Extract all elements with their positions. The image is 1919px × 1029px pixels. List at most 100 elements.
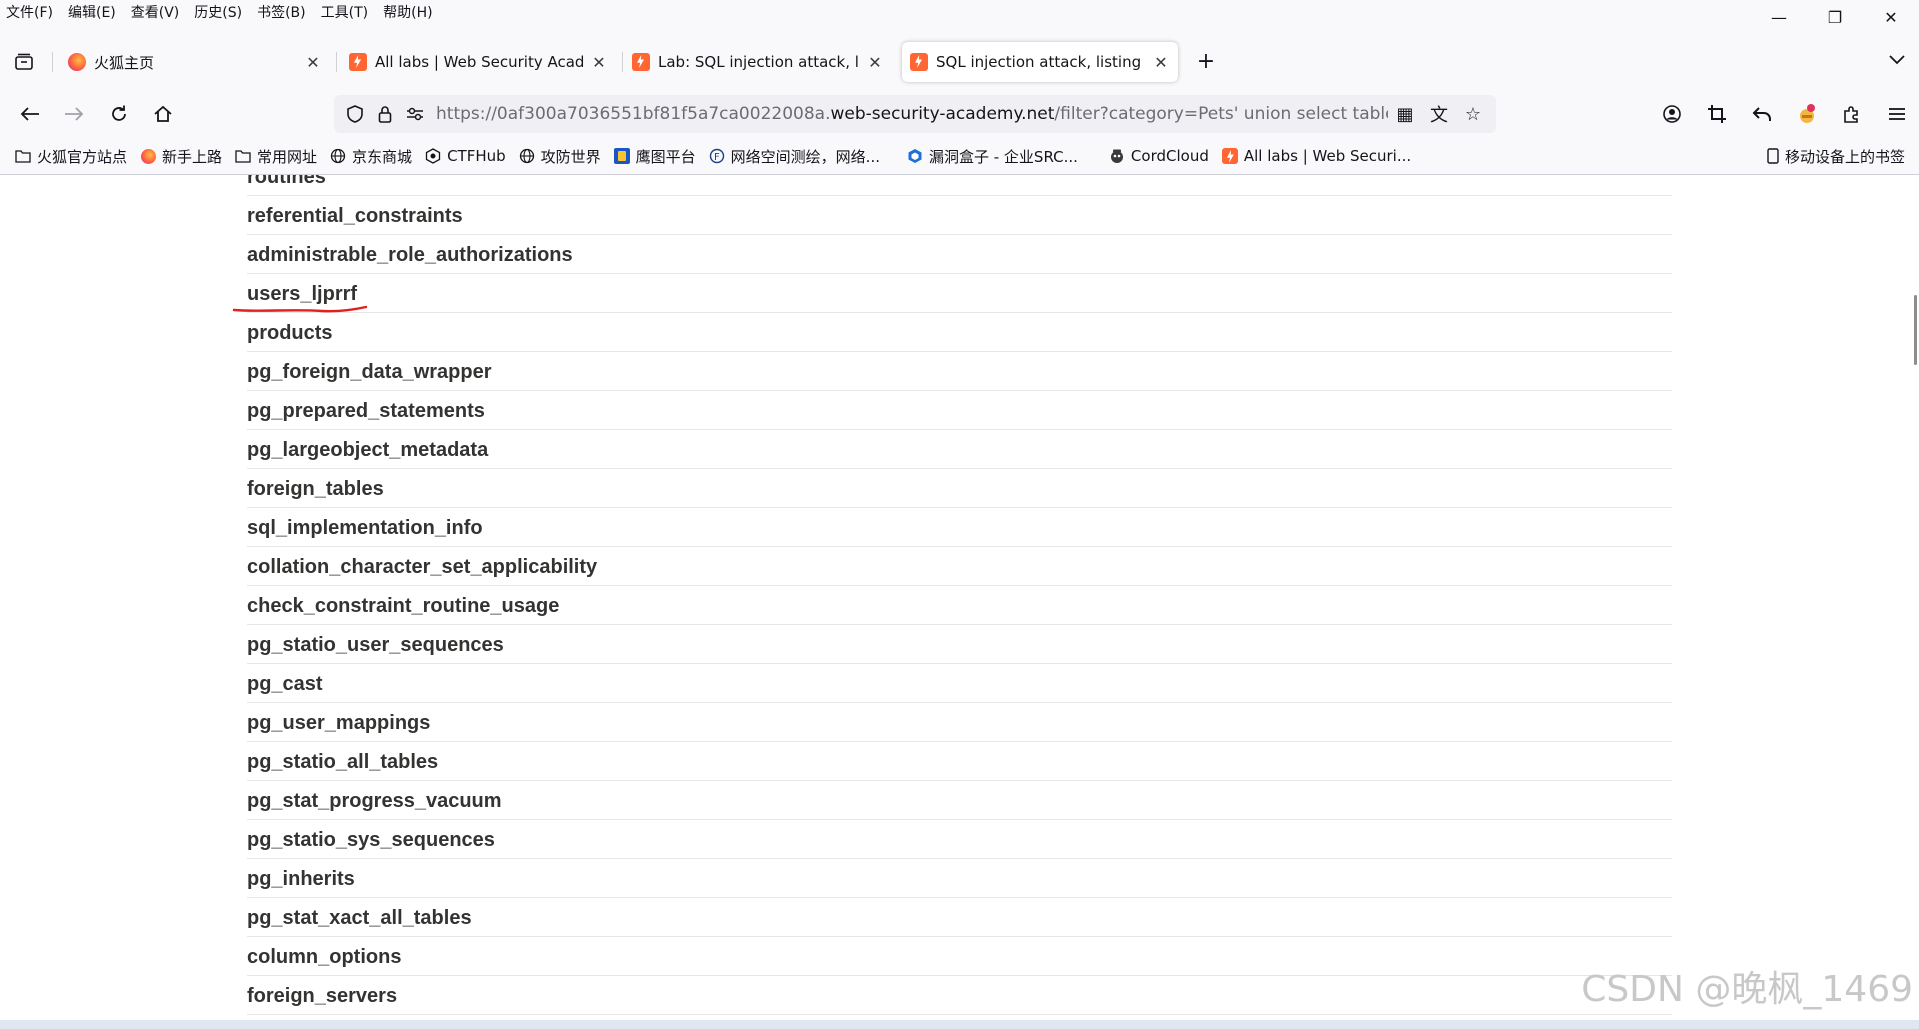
table-name: pg_inherits xyxy=(247,867,355,890)
scrollbar-thumb[interactable] xyxy=(1914,295,1917,365)
lock-icon[interactable] xyxy=(370,105,400,123)
bookmark-item[interactable]: 攻防世界 xyxy=(518,146,601,167)
new-tab-button[interactable]: + xyxy=(1192,49,1220,77)
permissions-icon[interactable] xyxy=(400,107,430,121)
forward-button[interactable] xyxy=(59,99,89,129)
toolbar-right xyxy=(1649,99,1919,129)
table-row: pg_statio_user_sequences xyxy=(247,625,1672,664)
portswigger-icon xyxy=(910,53,928,71)
home-button[interactable] xyxy=(148,99,178,129)
bookmark-item[interactable]: 京东商城 xyxy=(329,146,412,167)
table-row: collation_character_set_applicability xyxy=(247,547,1672,586)
portswigger-icon xyxy=(632,53,650,71)
fofa-icon: F xyxy=(708,148,726,164)
translate-icon[interactable]: 文 xyxy=(1422,101,1456,127)
table-name: pg_statio_all_tables xyxy=(247,750,439,773)
shield-icon[interactable] xyxy=(340,105,370,123)
bookmark-star-icon[interactable]: ☆ xyxy=(1456,104,1490,125)
table-row: referential_constraints xyxy=(247,196,1672,235)
table-name: column_options xyxy=(247,945,402,968)
undo-icon[interactable] xyxy=(1739,99,1784,129)
tab-list-icon[interactable] xyxy=(10,50,38,74)
bookmark-label: 火狐官方站点 xyxy=(37,147,128,166)
table-name: pg_foreign_data_wrapper xyxy=(247,360,492,383)
window-controls: — ❐ ✕ xyxy=(1751,0,1919,34)
bookmark-label: All labs | Web Securi... xyxy=(1243,147,1412,165)
table-name: users_ljprrf xyxy=(247,282,358,305)
url-bar[interactable]: https://0af300a7036551bf81f5a7ca0022008a… xyxy=(334,95,1496,133)
home-icon xyxy=(154,105,172,122)
tab-bar: 火狐主页 ✕ All labs | Web Security Academy ✕… xyxy=(0,40,1919,84)
table-row: foreign_servers xyxy=(247,976,1672,1015)
back-arrow-icon xyxy=(20,107,39,121)
url-prefix: https://0af300a7036551bf81f5a7ca0022008a… xyxy=(436,104,831,124)
extensions-puzzle-icon[interactable] xyxy=(1829,99,1874,129)
mobile-device-icon xyxy=(1767,148,1781,164)
screenshot-crop-icon[interactable] xyxy=(1694,99,1739,129)
bookmark-item[interactable]: All labs | Web Securi... xyxy=(1221,147,1411,165)
table-name: pg_statio_sys_sequences xyxy=(247,828,495,851)
tab-title: SQL injection attack, listing the databa… xyxy=(936,53,1146,71)
bookmark-item[interactable]: 新手上路 xyxy=(139,146,222,167)
menu-file[interactable]: 文件(F) xyxy=(6,2,53,22)
bookmark-label: 京东商城 xyxy=(352,147,413,166)
close-tab-icon[interactable]: ✕ xyxy=(590,53,608,72)
hunter-icon xyxy=(613,148,631,164)
bookmark-item[interactable]: 漏洞盒子 - 企业SRC... xyxy=(906,146,1078,167)
bookmark-item[interactable]: CTFHub xyxy=(424,147,506,165)
restore-button[interactable]: ❐ xyxy=(1807,0,1863,34)
globe-icon xyxy=(518,148,536,164)
portswigger-icon xyxy=(1221,148,1239,164)
minimize-button[interactable]: — xyxy=(1751,0,1807,34)
chevron-down-icon[interactable] xyxy=(1889,50,1905,69)
table-names-list: routines referential_constraints adminis… xyxy=(247,175,1672,1015)
mobile-bookmarks[interactable]: 移动设备上的书签 xyxy=(1767,143,1905,169)
bookmark-label: CTFHub xyxy=(447,147,506,165)
table-row: pg_cast xyxy=(247,664,1672,703)
bookmark-item[interactable]: 鹰图平台 xyxy=(613,146,696,167)
menu-bookmarks[interactable]: 书签(B) xyxy=(257,2,306,22)
bookmark-label: CordCloud xyxy=(1130,147,1209,165)
bookmark-item[interactable]: F 网络空间测绘，网络... xyxy=(708,146,880,167)
url-text[interactable]: https://0af300a7036551bf81f5a7ca0022008a… xyxy=(436,104,1388,124)
qr-code-icon[interactable]: ▦ xyxy=(1388,104,1422,125)
tab-sqli-active[interactable]: SQL injection attack, listing the databa… xyxy=(902,42,1178,82)
bookmark-item[interactable]: CordCloud xyxy=(1108,147,1209,165)
hamburger-menu-icon[interactable] xyxy=(1874,99,1919,129)
close-tab-icon[interactable]: ✕ xyxy=(1152,53,1170,72)
table-name: pg_prepared_statements xyxy=(247,399,485,422)
table-name: pg_user_mappings xyxy=(247,711,431,734)
account-icon[interactable] xyxy=(1649,99,1694,129)
watermark: CSDN @晚枫_1469 xyxy=(1581,969,1913,1010)
ctfhub-icon xyxy=(424,148,442,164)
table-name: sql_implementation_info xyxy=(247,516,483,539)
tab-all-labs[interactable]: All labs | Web Security Academy ✕ xyxy=(341,42,616,82)
menu-tools[interactable]: 工具(T) xyxy=(321,2,368,22)
tab-lab-sqli[interactable]: Lab: SQL injection attack, listing the d… xyxy=(624,42,892,82)
reload-button[interactable] xyxy=(104,99,134,129)
globe-icon xyxy=(329,148,347,164)
close-tab-icon[interactable]: ✕ xyxy=(866,53,884,72)
extension-helper-icon[interactable] xyxy=(1784,99,1829,129)
table-name: foreign_servers xyxy=(247,984,398,1007)
menu-history[interactable]: 历史(S) xyxy=(194,2,242,22)
menu-help[interactable]: 帮助(H) xyxy=(383,2,432,22)
bookmark-item[interactable]: 常用网址 xyxy=(234,146,317,167)
table-name: products xyxy=(247,321,333,344)
firefox-icon xyxy=(139,148,157,164)
close-window-button[interactable]: ✕ xyxy=(1863,0,1919,34)
close-tab-icon[interactable]: ✕ xyxy=(304,53,322,72)
back-button[interactable] xyxy=(15,99,45,129)
bookmark-label: 常用网址 xyxy=(257,147,318,166)
menu-view[interactable]: 查看(V) xyxy=(131,2,180,22)
table-name: foreign_tables xyxy=(247,477,384,500)
table-row: pg_statio_all_tables xyxy=(247,742,1672,781)
table-row: pg_prepared_statements xyxy=(247,391,1672,430)
url-domain: web-security-academy.net xyxy=(830,104,1055,124)
tab-firefox-home[interactable]: 火狐主页 ✕ xyxy=(60,42,330,82)
table-name: routines xyxy=(247,175,326,188)
bookmark-item[interactable]: 火狐官方站点 xyxy=(14,146,127,167)
portswigger-icon xyxy=(349,53,367,71)
table-name: referential_constraints xyxy=(247,204,463,227)
menu-edit[interactable]: 编辑(E) xyxy=(68,2,116,22)
